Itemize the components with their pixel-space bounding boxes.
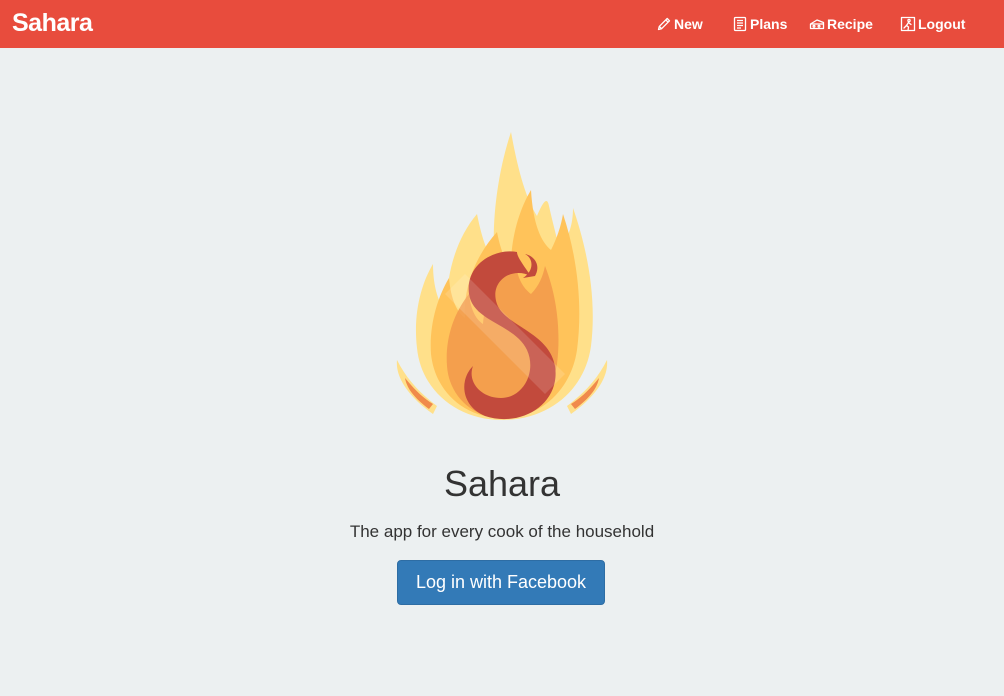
recipe-icon <box>809 16 825 32</box>
document-list-icon <box>732 16 748 32</box>
nav-new-link[interactable]: New <box>656 14 703 34</box>
nav-new-label: New <box>674 16 703 32</box>
nav-logout-link[interactable]: Logout <box>900 14 965 34</box>
nav-plans-link[interactable]: Plans <box>732 14 787 34</box>
nav-recipe-label: Recipe <box>827 16 873 32</box>
brand-logo-link[interactable]: Sahara <box>12 8 93 38</box>
nav-recipe-link[interactable]: Recipe <box>809 14 873 34</box>
nav-logout-label: Logout <box>918 16 966 32</box>
top-navbar: Sahara New Plans Recipe Logout <box>0 0 1004 48</box>
logout-icon <box>900 16 916 32</box>
app-tagline: The app for every cook of the household <box>349 522 655 541</box>
app-title: Sahara <box>443 463 561 504</box>
nav-plans-label: Plans <box>750 16 788 32</box>
facebook-login-button[interactable]: Log in with Facebook <box>397 560 605 605</box>
flame-s-logo <box>385 128 619 424</box>
pencil-icon <box>656 16 672 32</box>
